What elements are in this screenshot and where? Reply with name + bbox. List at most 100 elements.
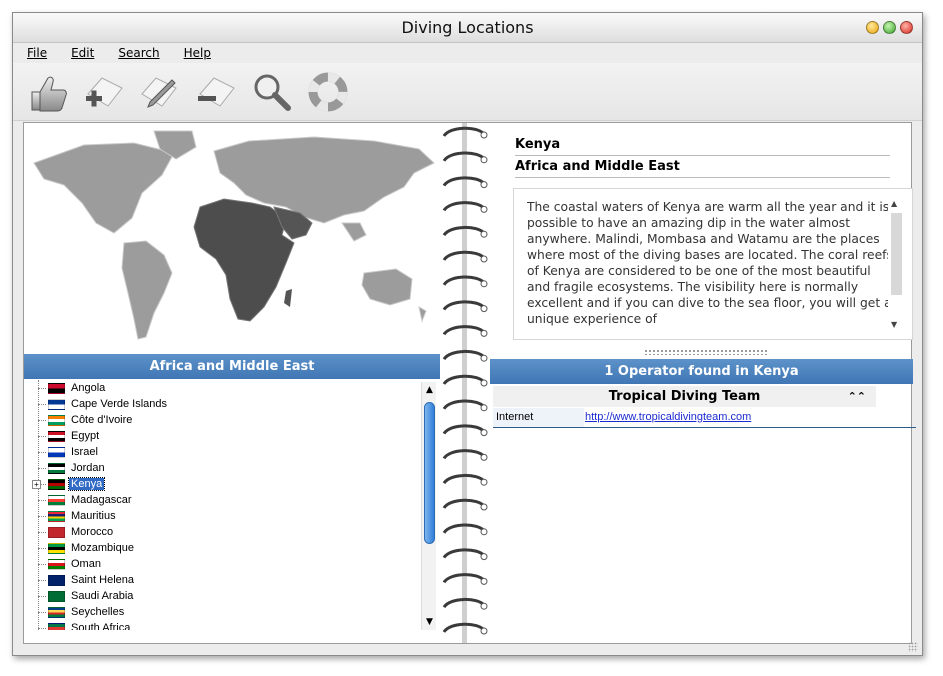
tree-item[interactable]: Seychelles	[24, 604, 424, 620]
operator-header[interactable]: Tropical Diving Team ⌃⌃	[493, 386, 876, 407]
tree-item[interactable]: Angola	[24, 380, 424, 396]
scroll-thumb[interactable]	[424, 402, 435, 544]
add-location-icon[interactable]	[81, 69, 127, 115]
tree-item[interactable]: Egypt	[24, 428, 424, 444]
tree-connector	[38, 579, 46, 581]
tree-item[interactable]: + Kenya	[24, 476, 424, 492]
lifebuoy-icon[interactable]	[305, 69, 351, 115]
main-content: Africa and Middle East Angola Cape Verde …	[23, 122, 916, 644]
tree-scrollbar[interactable]: ▲ ▼	[421, 382, 436, 630]
tree-item-label: Seychelles	[71, 606, 125, 618]
scroll-down-arrow-icon[interactable]: ▼	[423, 615, 436, 629]
tree-item-label: Israel	[71, 446, 98, 458]
tree-connector	[38, 419, 46, 421]
edit-location-icon[interactable]	[137, 69, 183, 115]
tree-item-label: Morocco	[71, 526, 114, 538]
expand-plus-icon[interactable]: +	[32, 480, 41, 489]
description-scrollbar[interactable]: ▲ ▼	[888, 199, 902, 329]
desc-scroll-up-icon[interactable]: ▲	[891, 199, 897, 208]
tree-item[interactable]: Cape Verde Islands	[24, 396, 424, 412]
tree-item[interactable]: Mozambique	[24, 540, 424, 556]
spiral-hole	[480, 205, 488, 213]
tree-connector	[38, 627, 46, 629]
tree-item-label: Egypt	[71, 430, 100, 442]
tree-connector	[38, 387, 46, 389]
tree-connector	[38, 563, 46, 565]
desc-scroll-thumb[interactable]	[891, 213, 902, 295]
remove-location-icon[interactable]	[193, 69, 239, 115]
minimize-button[interactable]	[866, 21, 879, 34]
left-panel: Africa and Middle East Angola Cape Verde …	[24, 123, 440, 643]
spiral-hole	[480, 181, 488, 189]
app-window: Diving Locations File Edit Search Help A…	[12, 12, 923, 656]
magnifier-icon[interactable]	[249, 69, 295, 115]
flag-icon	[48, 462, 65, 474]
tree-item[interactable]: Côte d'Ivoire	[24, 412, 424, 428]
spiral-hole	[480, 404, 488, 412]
tree-item[interactable]: Madagascar	[24, 492, 424, 508]
spiral-hole	[480, 329, 488, 337]
menu-help[interactable]: Help	[184, 46, 211, 60]
tree-item[interactable]: Israel	[24, 444, 424, 460]
maximize-button[interactable]	[883, 21, 896, 34]
tree-item-label: Kenya	[67, 477, 106, 491]
flag-icon	[48, 526, 65, 538]
world-map-graphic	[33, 130, 435, 340]
tree-item[interactable]: South Africa	[24, 620, 424, 630]
tree-item-label: Saudi Arabia	[71, 590, 134, 602]
menu-edit[interactable]: Edit	[71, 46, 94, 60]
flag-icon	[48, 446, 65, 458]
tree-connector	[38, 547, 46, 549]
location-description: The coastal waters of Kenya are warm all…	[527, 200, 893, 326]
tree-item[interactable]: Saudi Arabia	[24, 588, 424, 604]
tree-item[interactable]: Saint Helena	[24, 572, 424, 588]
tree-connector	[38, 435, 46, 437]
flag-icon	[48, 574, 65, 586]
window-title: Diving Locations	[401, 18, 534, 37]
tree-item[interactable]: Morocco	[24, 524, 424, 540]
flag-icon	[48, 430, 65, 442]
description-box[interactable]: The coastal waters of Kenya are warm all…	[513, 188, 913, 340]
spiral-hole	[480, 379, 488, 387]
world-map[interactable]	[24, 123, 440, 353]
location-name: Kenya	[515, 137, 890, 156]
operator-website-link[interactable]: http://www.tropicaldivingteam.com	[585, 408, 751, 426]
collapse-chevron-icon[interactable]: ⌃⌃	[848, 386, 866, 407]
tree-connector	[38, 531, 46, 533]
tree-item-label: Côte d'Ivoire	[71, 414, 133, 426]
title-bar[interactable]: Diving Locations	[13, 13, 922, 43]
resize-grip-icon[interactable]	[908, 642, 918, 652]
operator-contact-key: Internet	[493, 408, 584, 427]
tree-item-label: Madagascar	[71, 494, 132, 506]
tree-connector	[38, 499, 46, 501]
flag-icon	[48, 622, 65, 630]
thumbs-up-icon[interactable]	[25, 69, 71, 115]
close-button[interactable]	[900, 21, 913, 34]
region-title-bar: Africa and Middle East	[24, 354, 440, 379]
tree-item-label: Cape Verde Islands	[71, 398, 168, 410]
tree-item-label: Mozambique	[71, 542, 134, 554]
spiral-hole	[480, 577, 488, 585]
tree-connector	[38, 611, 46, 613]
operator-name: Tropical Diving Team	[608, 389, 761, 404]
tree-connector	[38, 451, 46, 453]
scroll-up-arrow-icon[interactable]: ▲	[423, 383, 436, 397]
window-controls	[866, 21, 913, 34]
tree-item[interactable]: Jordan	[24, 460, 424, 476]
notebook-spiral	[440, 123, 490, 643]
divider-dots	[644, 349, 768, 355]
flag-icon	[48, 510, 65, 522]
country-tree[interactable]: Angola Cape Verde Islands Côte d'Ivoire Egy…	[24, 380, 424, 630]
flag-icon	[48, 606, 65, 618]
desc-scroll-down-icon[interactable]: ▼	[891, 320, 897, 329]
spiral-hole	[480, 156, 488, 164]
menu-search[interactable]: Search	[118, 46, 159, 60]
spiral-hole	[480, 528, 488, 536]
tree-connector	[38, 515, 46, 517]
menu-file[interactable]: File	[27, 46, 47, 60]
flag-icon	[48, 494, 65, 506]
spiral-hole	[480, 230, 488, 238]
tree-item[interactable]: Oman	[24, 556, 424, 572]
tree-item[interactable]: Mauritius	[24, 508, 424, 524]
spiral-hole	[480, 280, 488, 288]
